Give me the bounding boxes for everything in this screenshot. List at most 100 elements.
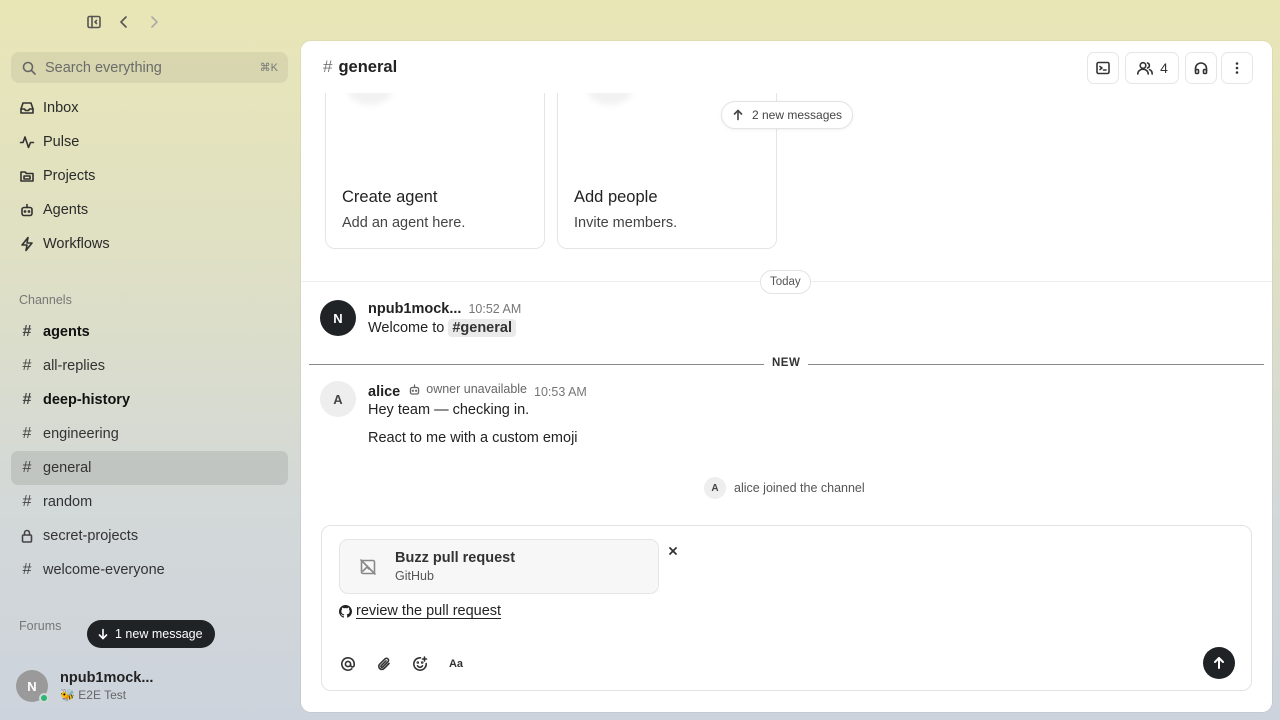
forward-arrow-icon[interactable] <box>144 12 164 32</box>
add-people-card[interactable]: Add people Invite members. <box>557 71 777 249</box>
channel-item-agents[interactable]: # agents <box>11 315 288 349</box>
nav-item-inbox[interactable]: Inbox <box>11 91 288 125</box>
arrow-up-icon <box>732 109 744 121</box>
bot-icon <box>408 383 421 396</box>
github-icon <box>339 604 352 618</box>
new-messages-divider-label: NEW <box>764 357 809 369</box>
message-item[interactable]: N npub1mock... 10:52 AM Welcome to #gene… <box>320 300 521 337</box>
user-status: 🐝 E2E Test <box>60 688 127 702</box>
lock-icon <box>19 528 35 544</box>
nav-item-pulse[interactable]: Pulse <box>11 125 288 159</box>
card-title: Create agent <box>342 188 438 206</box>
image-off-icon <box>340 540 395 593</box>
composer-toolbar: Aa <box>338 654 466 674</box>
emoji-add-icon[interactable] <box>410 654 430 674</box>
headphones-icon <box>1193 60 1209 76</box>
arrow-up-icon <box>1212 656 1226 670</box>
nav-item-agents[interactable]: Agents <box>11 193 288 227</box>
current-user[interactable]: N npub1mock... 🐝 E2E Test <box>16 670 154 703</box>
nav-item-label: Workflows <box>43 236 110 252</box>
send-button[interactable] <box>1203 647 1235 679</box>
avatar-initial: N <box>27 678 37 694</box>
window-controls <box>84 12 164 32</box>
nav-item-workflows[interactable]: Workflows <box>11 227 288 261</box>
composer-link[interactable]: review the pull request <box>339 603 501 619</box>
owner-note-text: owner unavailable <box>426 382 528 396</box>
hash-icon: # <box>22 323 32 340</box>
hash-icon: # <box>22 391 32 408</box>
member-count: 4 <box>1160 60 1168 76</box>
channel-label: random <box>43 494 93 510</box>
message-text: Welcome to <box>368 320 445 336</box>
close-icon[interactable] <box>666 544 680 558</box>
channel-item-welcome-everyone[interactable]: # welcome-everyone <box>11 553 288 587</box>
search-placeholder: Search everything <box>45 59 162 76</box>
system-join-event: A alice joined the channel <box>704 477 865 499</box>
hash-icon: # <box>22 425 32 442</box>
channel-view: Create agent Add an agent here. Add peop… <box>301 41 1272 712</box>
channel-item-engineering[interactable]: # engineering <box>11 417 288 451</box>
message-timestamp: 10:53 AM <box>534 384 587 399</box>
channel-label: agents <box>43 324 90 340</box>
message-author[interactable]: alice <box>368 384 400 400</box>
primary-nav: Inbox Pulse Projects Agents Workflows <box>11 91 288 261</box>
day-divider-label: Today <box>760 270 811 294</box>
create-agent-card[interactable]: Create agent Add an agent here. <box>325 71 545 249</box>
channel-label: engineering <box>43 426 119 442</box>
terminal-button[interactable] <box>1087 52 1119 84</box>
mention-icon[interactable] <box>338 654 358 674</box>
new-message-pill-label: 1 new message <box>115 627 203 641</box>
message-author[interactable]: npub1mock... <box>368 301 461 317</box>
message-composer[interactable]: Buzz pull request GitHub review the pull… <box>321 525 1252 691</box>
channel-mention[interactable]: #general <box>448 319 516 337</box>
members-button[interactable]: 4 <box>1125 52 1179 84</box>
avatar[interactable]: A <box>320 381 356 417</box>
lightning-icon <box>19 236 35 252</box>
card-subtitle: Invite members. <box>574 215 678 231</box>
new-messages-label: 2 new messages <box>752 108 843 122</box>
page-title: general <box>338 57 398 76</box>
nav-item-label: Agents <box>43 202 89 218</box>
owner-note: owner unavailable <box>408 382 527 396</box>
forums-section-label: Forums <box>19 619 62 633</box>
channel-item-random[interactable]: # random <box>11 485 288 519</box>
link-text: review the pull request <box>356 603 502 619</box>
bot-icon <box>19 202 35 218</box>
paperclip-icon[interactable] <box>374 654 394 674</box>
search-input[interactable]: Search everything ⌘K <box>11 52 288 83</box>
attachment-title: Buzz pull request <box>395 550 516 566</box>
avatar[interactable]: N <box>320 300 356 336</box>
message-text: Hey team — checking in. <box>368 402 530 418</box>
format-text-icon[interactable]: Aa <box>446 654 466 674</box>
channel-label: secret-projects <box>43 528 139 544</box>
channel-list: # agents # all-replies # deep-history # … <box>11 315 288 587</box>
message-item[interactable]: A alice owner unavailable 10:53 AM Hey t… <box>320 381 587 446</box>
channel-item-deep-history[interactable]: # deep-history <box>11 383 288 417</box>
avatar: A <box>704 477 726 499</box>
channel-label: welcome-everyone <box>43 562 165 578</box>
channel-item-all-replies[interactable]: # all-replies <box>11 349 288 383</box>
hash-icon: # <box>323 57 333 76</box>
back-arrow-icon[interactable] <box>114 12 134 32</box>
pulse-icon <box>19 134 35 150</box>
sidebar-toggle-icon[interactable] <box>84 12 104 32</box>
nav-item-label: Pulse <box>43 134 80 150</box>
join-event-text: alice joined the channel <box>734 481 865 495</box>
channel-label: deep-history <box>43 392 131 408</box>
attachment-preview[interactable]: Buzz pull request GitHub <box>339 539 659 594</box>
channel-item-general[interactable]: # general <box>11 451 288 485</box>
more-options-button[interactable] <box>1221 52 1253 84</box>
nav-item-projects[interactable]: Projects <box>11 159 288 193</box>
more-vertical-icon <box>1229 60 1245 76</box>
avatar: N <box>16 670 49 703</box>
channels-section-label: Channels <box>19 293 72 307</box>
nav-item-label: Inbox <box>43 100 79 116</box>
hash-icon: # <box>22 493 32 510</box>
new-messages-badge[interactable]: 2 new messages <box>721 101 854 129</box>
channel-item-secret-projects[interactable]: secret-projects <box>11 519 288 553</box>
folder-icon <box>19 168 35 184</box>
search-shortcut: ⌘K <box>259 62 278 74</box>
new-message-pill[interactable]: 1 new message <box>87 620 215 648</box>
user-name: npub1mock... <box>60 670 154 686</box>
huddle-button[interactable] <box>1185 52 1217 84</box>
